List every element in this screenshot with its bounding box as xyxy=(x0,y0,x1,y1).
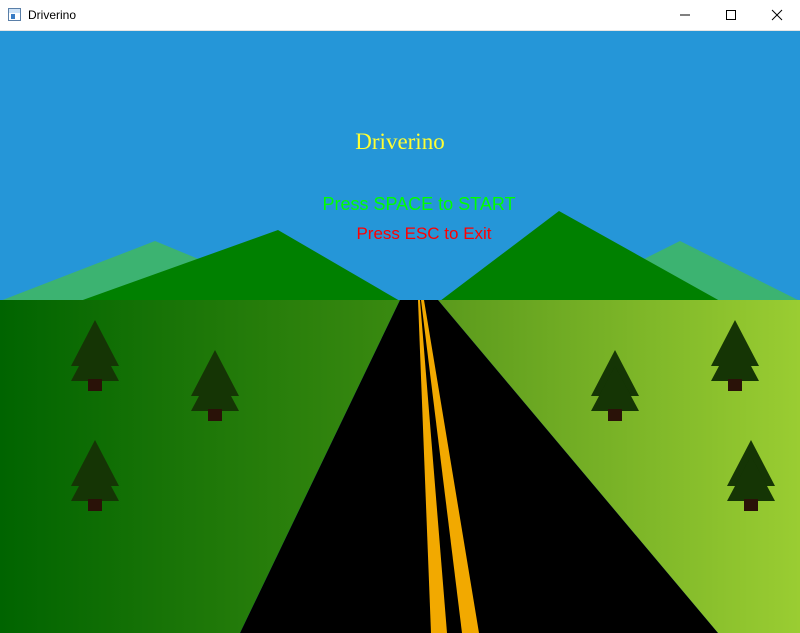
minimize-icon xyxy=(680,14,690,16)
minimize-button[interactable] xyxy=(662,0,708,30)
game-title: Driverino xyxy=(355,129,445,154)
tree-6-trunk xyxy=(744,499,758,511)
tree-5-trunk xyxy=(728,379,742,391)
maximize-icon xyxy=(726,10,736,20)
exit-prompt: Press ESC to Exit xyxy=(356,224,492,243)
window-title: Driverino xyxy=(28,8,77,22)
app-window-icon xyxy=(8,8,21,21)
close-button[interactable] xyxy=(754,0,800,30)
game-canvas[interactable]: Driverino Press SPACE to START Press ESC… xyxy=(0,31,800,633)
game-scene xyxy=(0,31,800,633)
game-window: Driverino Driverino Press SPACE to START… xyxy=(0,0,800,633)
tree-3-trunk xyxy=(88,499,102,511)
maximize-button[interactable] xyxy=(708,0,754,30)
tree-4-trunk xyxy=(608,409,622,421)
title-bar[interactable]: Driverino xyxy=(0,0,800,31)
start-prompt: Press SPACE to START xyxy=(322,194,516,214)
tree-1-trunk xyxy=(88,379,102,391)
close-icon xyxy=(771,9,783,21)
tree-2-trunk xyxy=(208,409,222,421)
